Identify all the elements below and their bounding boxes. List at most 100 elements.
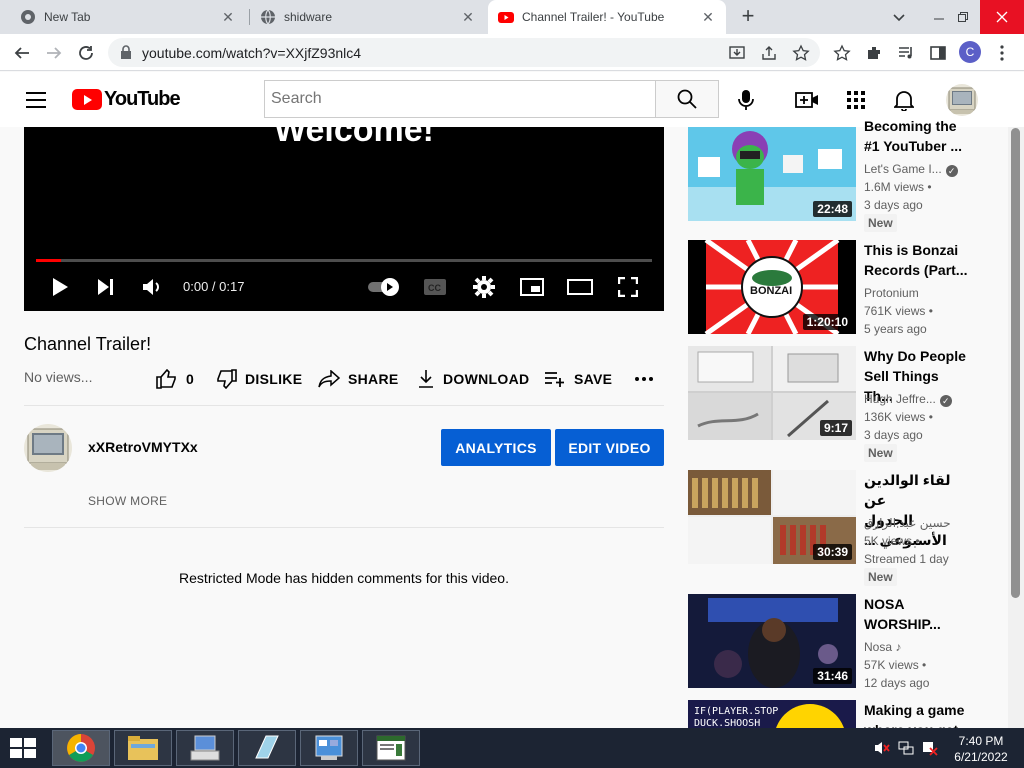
play-button[interactable]	[48, 275, 72, 299]
channel-avatar[interactable]	[24, 424, 72, 472]
windows-start-icon[interactable]	[8, 736, 38, 760]
video-thumbnail[interactable]: BONZAI 1:20:10	[688, 240, 856, 334]
video-thumbnail[interactable]: 31:46	[688, 594, 856, 688]
channel-name[interactable]: حسين عبد الرازق	[864, 514, 968, 532]
profile-avatar[interactable]: C	[959, 41, 981, 63]
tab-search-icon[interactable]	[890, 8, 908, 26]
forward-button[interactable]	[42, 41, 66, 65]
video-thumbnail[interactable]: 9:17	[688, 346, 856, 440]
search-input[interactable]	[265, 81, 655, 117]
install-app-icon[interactable]	[728, 44, 746, 62]
recommendation-title[interactable]: This is Bonzai Records (Part...	[864, 240, 968, 280]
action-center-icon[interactable]	[922, 740, 938, 756]
mute-button[interactable]	[140, 275, 166, 299]
recommendation-item[interactable]: 30:39 لقاء الوالدين عن الجدول الأسبوعي .…	[688, 470, 978, 586]
channel-name[interactable]: Let's Game I... ✓	[864, 160, 968, 178]
analytics-button[interactable]: ANALYTICS	[441, 429, 551, 466]
extensions-icon[interactable]	[864, 43, 884, 63]
share-label: SHARE	[348, 371, 399, 387]
bookmark-star-icon[interactable]	[792, 44, 810, 62]
close-tab-icon[interactable]: ✕	[460, 9, 476, 26]
channel-name[interactable]: Protonium	[864, 284, 968, 302]
video-duration: 30:39	[813, 544, 852, 560]
recommendation-title[interactable]: Making a game where you get	[864, 700, 968, 728]
show-more-button[interactable]: SHOW MORE	[88, 494, 167, 508]
taskbar-chrome[interactable]	[52, 730, 110, 766]
bookmark-star-icon[interactable]	[832, 43, 852, 63]
dislike-button[interactable]: DISLIKE	[215, 368, 302, 390]
video-thumbnail[interactable]: 30:39	[688, 470, 856, 564]
tab-youtube[interactable]: Channel Trailer! - YouTube ✕	[488, 0, 726, 34]
recommendation-title[interactable]: NOSA WORSHIP...	[864, 594, 968, 634]
progress-bar[interactable]	[36, 259, 652, 262]
arrow-right-icon	[47, 47, 62, 59]
menu-dots-icon[interactable]	[992, 43, 1012, 63]
close-tab-icon[interactable]: ✕	[700, 9, 716, 26]
recommendation-item[interactable]: 22:48 Becoming the #1 YouTuber ... Let's…	[688, 116, 978, 232]
search-box[interactable]	[264, 80, 656, 118]
edit-video-button[interactable]: EDIT VIDEO	[555, 429, 664, 466]
close-window-button[interactable]	[980, 0, 1024, 34]
download-button[interactable]: DOWNLOAD	[417, 368, 529, 390]
recommendation-item[interactable]: IF(PLAYER.STOP DUCK.SHOOSH Making a game…	[688, 700, 978, 728]
voice-search-button[interactable]	[734, 88, 758, 112]
taskbar-file-explorer[interactable]	[114, 730, 172, 766]
reload-button[interactable]	[74, 41, 98, 65]
account-avatar[interactable]	[946, 84, 978, 116]
taskbar-notepad[interactable]	[238, 730, 296, 766]
create-video-button[interactable]	[795, 88, 819, 112]
more-actions-button[interactable]	[634, 368, 662, 390]
taskbar-window-app[interactable]	[362, 730, 420, 766]
share-icon[interactable]	[760, 44, 778, 62]
next-button[interactable]	[94, 275, 118, 299]
restore-button[interactable]	[946, 0, 980, 34]
title-line: Records (Part...	[864, 262, 968, 278]
lock-icon[interactable]	[120, 45, 132, 59]
like-button[interactable]: 0	[156, 368, 194, 390]
share-button[interactable]: SHARE	[318, 368, 399, 390]
scrollbar-thumb[interactable]	[1011, 128, 1020, 598]
video-thumbnail[interactable]: IF(PLAYER.STOP DUCK.SHOOSH	[688, 700, 856, 728]
search-button[interactable]	[655, 80, 719, 118]
hamburger-menu-icon[interactable]	[26, 92, 46, 108]
recommendation-item[interactable]: 9:17 Why Do People Sell Things Th... Hug…	[688, 346, 978, 462]
taskbar-keyboard[interactable]	[176, 730, 234, 766]
tab-new-tab[interactable]: New Tab ✕	[10, 0, 246, 34]
channel-name[interactable]: Nosa ♪	[864, 638, 968, 656]
view-count: 5K views •	[864, 534, 920, 548]
settings-button[interactable]	[472, 275, 496, 299]
recommendation-item[interactable]: BONZAI 1:20:10 This is Bonzai Records (P…	[688, 240, 978, 340]
system-clock[interactable]: 7:40 PM 6/21/2022	[946, 733, 1016, 765]
recommendation-title[interactable]: Becoming the #1 YouTuber ...	[864, 116, 968, 156]
taskbar-control-panel[interactable]	[300, 730, 358, 766]
address-bar[interactable]: youtube.com/watch?v=XXjfZ93nlc4	[108, 38, 820, 67]
subtitles-button[interactable]: CC	[422, 275, 448, 299]
notifications-button[interactable]	[892, 88, 916, 112]
miniplayer-button[interactable]	[519, 275, 545, 299]
fullscreen-button[interactable]	[616, 275, 640, 299]
volume-muted-icon[interactable]	[874, 740, 890, 756]
theater-mode-button[interactable]	[567, 275, 593, 299]
video-player[interactable]: Welcome! 0:00 / 0:17 CC	[24, 127, 664, 311]
save-button[interactable]: SAVE	[544, 368, 612, 390]
video-thumbnail[interactable]: 22:48	[688, 127, 856, 221]
reload-icon	[79, 46, 93, 60]
close-tab-icon[interactable]: ✕	[220, 9, 236, 26]
new-tab-button[interactable]: +	[736, 5, 760, 29]
network-icon[interactable]	[898, 740, 914, 756]
channel-name[interactable]: xXRetroVMYTXx	[88, 439, 198, 455]
apps-button[interactable]	[844, 88, 868, 112]
autoplay-toggle-icon	[368, 278, 399, 296]
channel-name[interactable]: Hugh Jeffre... ✓	[864, 390, 968, 408]
back-button[interactable]	[10, 41, 34, 65]
side-panel-icon[interactable]	[928, 43, 948, 63]
tab-title: New Tab	[44, 10, 91, 24]
recommendation-item[interactable]: 31:46 NOSA WORSHIP... Nosa ♪ 57K views •…	[688, 594, 978, 694]
windows-taskbar	[0, 728, 1024, 768]
url-text[interactable]: youtube.com/watch?v=XXjfZ93nlc4	[142, 45, 361, 61]
youtube-logo[interactable]: YouTube	[72, 88, 181, 111]
media-control-icon[interactable]	[896, 43, 916, 63]
upload-age: 3 days ago	[864, 428, 923, 442]
tab-shidware[interactable]: shidware ✕	[250, 0, 486, 34]
autoplay-toggle[interactable]	[366, 275, 402, 299]
